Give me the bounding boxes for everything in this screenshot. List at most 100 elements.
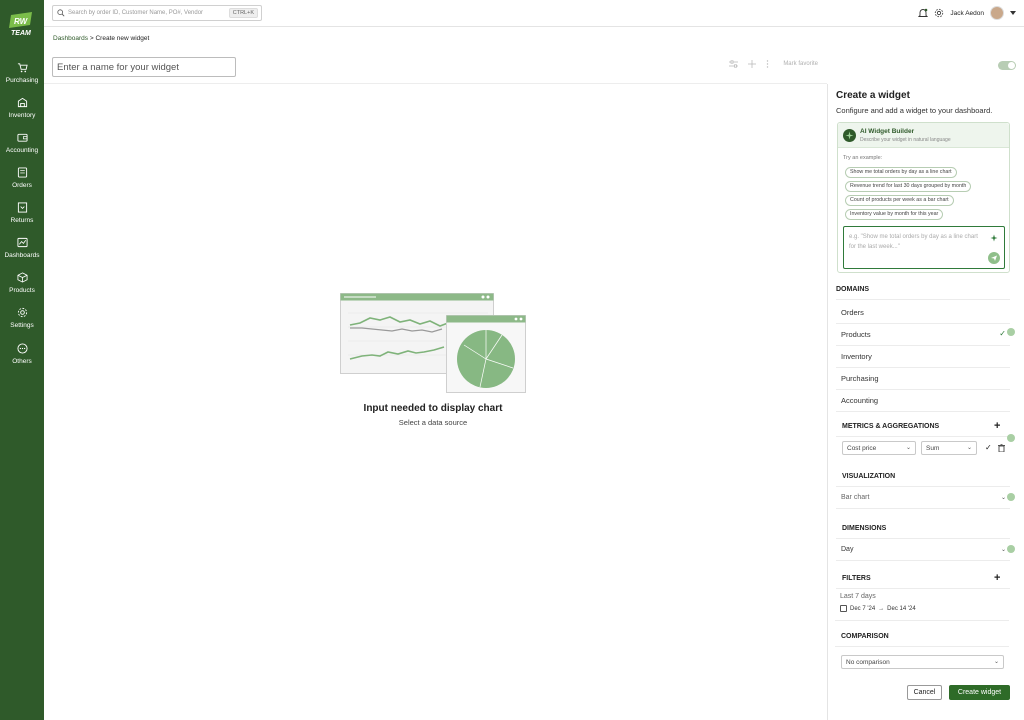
dimension-value: Day <box>841 546 854 553</box>
user-name[interactable]: Jack Aedon <box>950 10 984 17</box>
filter-start-date: Dec 7 '24 <box>850 605 876 612</box>
search-input[interactable]: Search by order ID, Customer Name, PO#, … <box>52 5 262 21</box>
cart-icon <box>17 63 28 73</box>
send-icon <box>991 255 997 261</box>
filter-preset[interactable]: Last 7 days <box>840 593 876 600</box>
trash-icon[interactable] <box>998 444 1005 452</box>
breadcrumb-current: Create new widget <box>95 35 150 42</box>
sidebar-item-inventory[interactable]: Inventory <box>0 97 44 129</box>
filter-end-date: Dec 14 '24 <box>887 605 916 612</box>
search-shortcut-badge: CTRL+K <box>228 8 258 18</box>
domain-option-inventory[interactable]: Inventory <box>836 346 1010 368</box>
mark-favorite-toggle[interactable] <box>998 61 1016 70</box>
try-example-label: Try an example: <box>843 155 883 161</box>
sidebar-item-purchasing[interactable]: Purchasing <box>0 62 44 94</box>
ai-builder-description: Describe your widget in natural language <box>860 137 951 143</box>
domain-label: Products <box>841 330 871 339</box>
sidebar-item-dashboards[interactable]: Dashboards <box>0 237 44 269</box>
metrics-help-button[interactable] <box>1007 434 1015 442</box>
section-divider <box>836 486 1010 487</box>
sidebar-item-label: Purchasing <box>5 77 39 84</box>
chevron-down-icon: ⌄ <box>1000 495 1006 501</box>
plus-icon[interactable] <box>748 60 757 68</box>
empty-state-subtitle: Select a data source <box>398 418 468 427</box>
create-widget-panel: Create a widget Configure and add a widg… <box>827 84 1024 720</box>
domain-option-purchasing[interactable]: Purchasing <box>836 368 1010 390</box>
sidebar-item-accounting[interactable]: Accounting <box>0 132 44 164</box>
sliders-icon[interactable] <box>729 60 739 68</box>
metric-select[interactable]: Cost price ⌄ <box>842 441 916 455</box>
box-icon <box>17 97 27 108</box>
add-metric-button[interactable]: + <box>994 420 1000 432</box>
send-button[interactable] <box>988 252 1000 264</box>
metrics-heading: METRICS & AGGREGATIONS <box>842 423 940 430</box>
sidebar-item-products[interactable]: Products <box>0 272 44 304</box>
domain-option-accounting[interactable]: Accounting <box>836 390 1010 412</box>
sidebar-item-label: Dashboards <box>4 252 40 259</box>
domain-option-orders[interactable]: Orders <box>836 302 1010 324</box>
example-chip[interactable]: Inventory value by month for this year <box>845 209 944 220</box>
check-icon: ✓ <box>999 329 1006 338</box>
toolbar-divider <box>44 83 827 84</box>
example-chip[interactable]: Show me total orders by day as a line ch… <box>845 167 957 178</box>
comparison-select[interactable]: No comparison ⌄ <box>841 655 1004 669</box>
breadcrumb-dashboards-link[interactable]: Dashboards <box>53 35 88 42</box>
sidebar-item-orders[interactable]: Orders <box>0 167 44 199</box>
example-chip[interactable]: Revenue trend for last 30 days grouped b… <box>845 181 972 192</box>
chevron-down-icon: ⌄ <box>1000 547 1006 553</box>
widget-name-input[interactable] <box>52 57 236 77</box>
cancel-button[interactable]: Cancel <box>907 685 942 700</box>
sidebar-item-returns[interactable]: Returns <box>0 202 44 234</box>
sidebar-item-label: Accounting <box>5 147 39 154</box>
empty-state-title: Input needed to display chart <box>363 403 503 414</box>
sidebar-item-settings[interactable]: Settings <box>0 307 44 339</box>
logo-text-top: RW <box>14 17 29 26</box>
chart-placeholder-illustration <box>340 293 526 393</box>
ai-prompt-input[interactable]: e.g. "Show me total orders by day as a l… <box>843 226 1005 269</box>
filter-date-range[interactable]: Dec 7 '24 → Dec 14 '24 <box>840 605 916 612</box>
visualization-value: Bar chart <box>841 494 870 501</box>
sidebar-item-label: Settings <box>10 322 34 329</box>
sparkle-icon[interactable] <box>990 234 998 242</box>
gear-icon[interactable] <box>934 8 944 18</box>
domain-help-button[interactable] <box>1007 328 1015 336</box>
example-chip[interactable]: Count of products per week as a bar char… <box>845 195 954 206</box>
visualization-help-button[interactable] <box>1007 493 1015 501</box>
user-area: Jack Aedon <box>918 5 1016 21</box>
ai-prompt-placeholder: e.g. "Show me total orders by day as a l… <box>849 234 978 250</box>
panel-subtitle: Configure and add a widget to your dashb… <box>836 106 993 115</box>
dashboard-icon <box>16 237 28 248</box>
ai-widget-builder: AI Widget Builder Describe your widget i… <box>837 122 1010 273</box>
panel-title: Create a widget <box>836 90 910 101</box>
confirm-metric-icon[interactable]: ✓ <box>985 443 992 452</box>
gear-icon <box>17 307 27 318</box>
sidebar-item-label: Inventory <box>8 112 36 119</box>
ai-builder-title: AI Widget Builder <box>860 128 915 135</box>
mark-favorite-label: Mark favorite <box>783 61 818 67</box>
dimension-select[interactable]: Day ⌄ <box>836 541 1010 561</box>
sidebar-item-label: Others <box>12 358 32 365</box>
chevron-down-icon[interactable] <box>1010 11 1016 15</box>
chevron-down-icon: ⌄ <box>966 445 972 451</box>
filter-arrow: → <box>878 605 885 612</box>
aggregation-select[interactable]: Sum ⌄ <box>921 441 977 455</box>
sidebar-item-others[interactable]: Others <box>0 343 44 375</box>
section-divider <box>836 436 1010 437</box>
sidebar-item-label: Returns <box>10 217 34 224</box>
top-bar: Search by order ID, Customer Name, PO#, … <box>44 0 1024 27</box>
domain-label: Inventory <box>841 352 872 361</box>
kebab-menu-icon[interactable] <box>766 60 769 68</box>
ai-builder-header: AI Widget Builder Describe your widget i… <box>838 123 1009 148</box>
domain-label: Purchasing <box>841 374 879 383</box>
dimensions-help-button[interactable] <box>1007 545 1015 553</box>
domain-option-products[interactable]: Products ✓ <box>836 324 1010 346</box>
visualization-select[interactable]: Bar chart ⌄ <box>836 489 1010 509</box>
rw-team-logo[interactable]: RW TEAM <box>8 11 36 37</box>
add-filter-button[interactable]: + <box>994 572 1000 584</box>
calendar-icon <box>840 605 847 612</box>
avatar[interactable] <box>990 6 1004 20</box>
create-widget-button[interactable]: Create widget <box>949 685 1010 700</box>
logo-text-bottom: TEAM <box>11 30 31 37</box>
bell-icon[interactable] <box>918 8 929 18</box>
orders-icon <box>17 167 27 178</box>
